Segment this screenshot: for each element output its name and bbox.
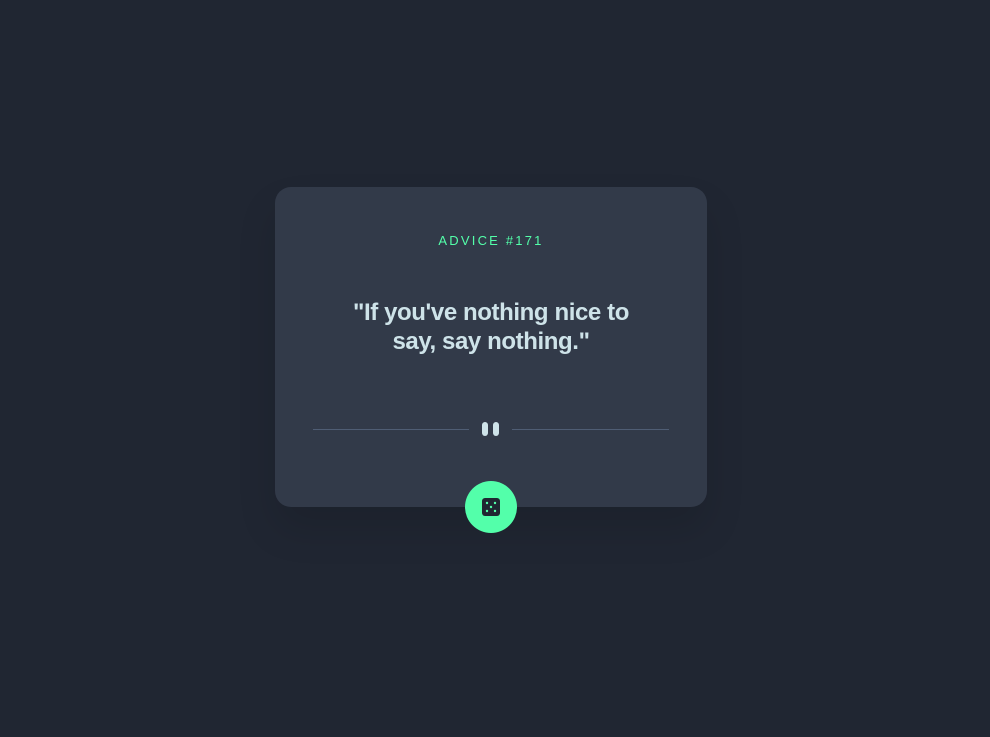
divider-line-right bbox=[512, 429, 669, 430]
generate-advice-button[interactable] bbox=[465, 481, 517, 533]
pause-icon bbox=[482, 422, 500, 436]
divider-line-left bbox=[313, 429, 469, 430]
advice-card: ADVICE #171 "If you've nothing nice to s… bbox=[275, 187, 707, 533]
pattern-divider bbox=[313, 421, 669, 437]
advice-id-label: ADVICE #171 bbox=[438, 233, 544, 248]
dice-icon bbox=[482, 498, 500, 516]
advice-quote: "If you've nothing nice to say, say noth… bbox=[352, 299, 630, 355]
